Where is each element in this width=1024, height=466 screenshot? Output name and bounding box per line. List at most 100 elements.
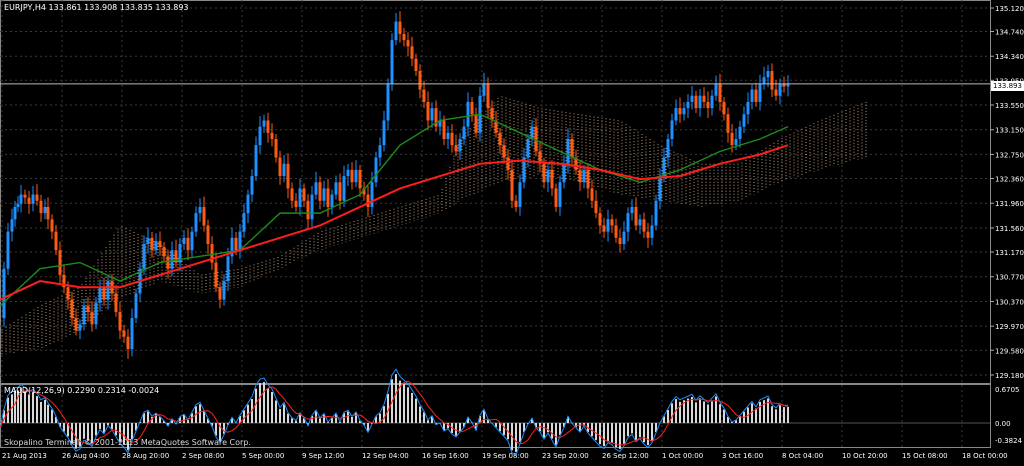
trading-chart[interactable]: 135.120134.740134.340133.950133.550133.1… — [0, 0, 1024, 462]
candle-body — [338, 182, 342, 201]
candle-body — [314, 182, 318, 195]
candle-body — [462, 126, 466, 139]
candle-body — [254, 145, 258, 177]
candle-body — [330, 194, 334, 207]
candle-body — [738, 126, 742, 139]
candle-body — [130, 318, 134, 350]
candle-body — [46, 206, 50, 220]
candle-body — [186, 237, 190, 251]
macd-header: MACD(12,26,9) 0.2290 0.2314 -0.0024 — [4, 386, 160, 395]
candle-body — [674, 108, 678, 121]
candle-body — [514, 200, 518, 207]
candle-body — [546, 169, 550, 183]
price-tick-label: 129.970 — [995, 323, 1024, 331]
candle-body — [594, 200, 598, 214]
candle-body — [39, 200, 43, 214]
candle-body — [86, 305, 90, 312]
candle-body — [486, 83, 490, 109]
time-tick-label: 26 Sep 12:00 — [602, 452, 649, 460]
candle-body — [214, 262, 218, 288]
candle-body — [134, 293, 138, 319]
candle-body — [510, 169, 514, 201]
candle-body — [106, 281, 110, 300]
candle-body — [78, 324, 82, 331]
candle-body — [19, 194, 23, 204]
candle-body — [322, 188, 326, 201]
candle-body — [218, 287, 222, 300]
candle-body — [346, 169, 350, 177]
macd-axis-label: 0.6705 — [995, 386, 1020, 394]
time-axis: 21 Aug 2013 26 Aug 04:00 28 Aug 20:00 2 Sep… — [2, 452, 1008, 460]
candle-body — [70, 299, 74, 319]
candle-body — [342, 176, 346, 201]
time-tick-label: 23 Sep 20:00 — [542, 452, 589, 460]
candle-body — [662, 157, 666, 177]
time-tick-label: 2 Sep 08:00 — [182, 452, 224, 460]
candle-body — [666, 138, 670, 158]
candle-body — [458, 138, 462, 152]
price-tick-label: 134.340 — [995, 53, 1024, 61]
time-tick-label: 5 Sep 00:00 — [242, 452, 284, 460]
time-tick-label: 3 Oct 16:00 — [722, 452, 763, 460]
candle-body — [698, 95, 702, 109]
candle-body — [506, 157, 510, 170]
candle-body — [394, 21, 398, 41]
candle-body — [2, 268, 6, 319]
candle-body — [726, 114, 730, 133]
candle-body — [334, 182, 338, 195]
candle-body — [602, 225, 606, 232]
candle-body — [370, 182, 374, 207]
candle-body — [234, 237, 238, 251]
candle-body — [566, 138, 570, 164]
candle-body — [654, 200, 658, 226]
candle-body — [390, 40, 394, 84]
candle-body — [238, 231, 242, 251]
candle-body — [542, 163, 546, 183]
candle-body — [554, 188, 558, 207]
macd-axis-label: -0.3824 — [995, 437, 1023, 445]
candle-body — [502, 145, 506, 158]
candle-body — [558, 182, 562, 207]
candle-body — [302, 188, 306, 201]
price-tick-label: 132.750 — [995, 151, 1024, 159]
candle-body — [686, 101, 690, 109]
candle-body — [570, 138, 574, 158]
candle-body — [714, 83, 718, 96]
time-tick-label: 16 Sep 16:00 — [422, 452, 469, 460]
candle-body — [578, 169, 582, 183]
candle-body — [414, 58, 418, 72]
time-tick-label: 26 Aug 04:00 — [62, 452, 109, 460]
candle-body — [31, 194, 35, 204]
candle-body — [682, 108, 686, 115]
candle-body — [770, 71, 774, 90]
candle-body — [310, 194, 314, 220]
candle-body — [718, 83, 722, 102]
candle-body — [114, 293, 118, 312]
candle-body — [746, 101, 750, 115]
candle-body — [406, 40, 410, 47]
candle-body — [306, 200, 310, 220]
price-tick-label: 131.170 — [995, 249, 1024, 257]
candle-body — [262, 120, 266, 127]
candle-body — [702, 95, 706, 102]
candle-body — [270, 132, 274, 139]
candle-body — [366, 194, 370, 207]
time-tick-label: 15 Oct 08:00 — [902, 452, 948, 460]
candle-body — [598, 213, 602, 226]
candle-body — [13, 206, 17, 220]
candle-body — [222, 281, 226, 300]
candle-body — [98, 287, 102, 303]
candle-body — [774, 89, 778, 96]
candle-body — [498, 132, 502, 146]
price-tick-label: 132.360 — [995, 176, 1024, 184]
candle-body — [630, 206, 634, 214]
candle-body — [754, 89, 758, 102]
candle-body — [202, 206, 206, 226]
price-tick-label: 133.150 — [995, 127, 1024, 135]
candle-body — [386, 83, 390, 121]
candle-body — [290, 188, 294, 201]
candle-body — [742, 114, 746, 127]
candle-body — [278, 157, 282, 177]
candle-body — [350, 169, 354, 183]
time-tick-label: 10 Oct 20:00 — [842, 452, 888, 460]
